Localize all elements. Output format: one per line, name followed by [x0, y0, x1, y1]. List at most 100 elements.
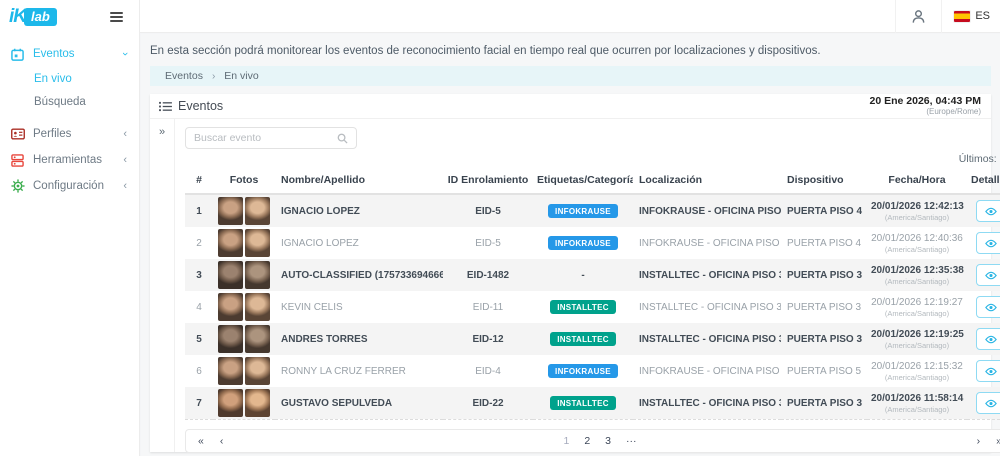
table-row[interactable]: 5 ANDRES TORRES EID-12 INSTALLTEC INSTAL…	[185, 323, 1000, 355]
row-number: 5	[185, 323, 213, 355]
sidebar-item-configuracion[interactable]: Configuración ‹	[0, 173, 139, 199]
profile-photo[interactable]	[245, 261, 270, 289]
logo-row: iKlab	[0, 0, 139, 33]
pagination-page-1[interactable]: 1	[563, 435, 569, 447]
details-button[interactable]	[976, 360, 1000, 382]
event-photo[interactable]	[218, 229, 243, 257]
col-tags: Etiquetas/Categorías	[533, 168, 633, 194]
latest-counter: Últimos: 50	[185, 151, 1000, 165]
row-location: INFOKRAUSE - OFICINA PISO 4	[633, 227, 781, 259]
double-chevron-right-icon: »	[159, 126, 165, 138]
sidebar-item-herramientas[interactable]: Herramientas ‹	[0, 147, 139, 173]
table-row[interactable]: 1 IGNACIO LOPEZ EID-5 INFOKRAUSE INFOKRA…	[185, 194, 1000, 227]
pagination-prev-button[interactable]: ‹	[220, 435, 224, 447]
user-menu-button[interactable]	[896, 0, 941, 33]
event-photo[interactable]	[218, 325, 243, 353]
event-photo[interactable]	[218, 293, 243, 321]
row-location: INSTALLTEC - OFICINA PISO 3	[633, 387, 781, 420]
main-content: En esta sección podrá monitorear los eve…	[141, 34, 1000, 456]
tag-badge: INFOKRAUSE	[548, 236, 618, 250]
table-row[interactable]: 7 GUSTAVO SEPULVEDA EID-22 INSTALLTEC IN…	[185, 387, 1000, 420]
breadcrumb-item-eventos[interactable]: Eventos	[165, 70, 203, 82]
row-name: ANDRES TORRES	[275, 323, 443, 355]
app-logo[interactable]: iKlab	[9, 6, 57, 28]
event-timezone: (America/Santiago)	[871, 373, 963, 382]
row-datetime: 20/01/2026 12:19:27 (America/Santiago)	[867, 291, 967, 323]
tools-icon	[10, 153, 25, 168]
row-name: KEVIN CELIS	[275, 291, 443, 323]
row-details	[967, 355, 1000, 387]
pagination-next-button[interactable]: ›	[977, 435, 981, 447]
row-details	[967, 194, 1000, 227]
id-card-icon	[10, 127, 25, 142]
row-location: INSTALLTEC - OFICINA PISO 3	[633, 259, 781, 291]
details-button[interactable]	[976, 296, 1000, 318]
current-datetime: 20 Ene 2026, 04:43 PM (Europe/Rome)	[870, 95, 982, 116]
col-number: #	[185, 168, 213, 194]
profile-photo[interactable]	[245, 229, 270, 257]
profile-photo[interactable]	[245, 325, 270, 353]
sidebar-subitem-en-vivo[interactable]: En vivo	[0, 67, 139, 90]
search-input[interactable]	[194, 132, 337, 144]
profile-photo[interactable]	[245, 197, 270, 225]
table-header-row: # Fotos Nombre/Apellido ID Enrolamiento …	[185, 168, 1000, 194]
event-photo[interactable]	[218, 357, 243, 385]
event-timezone: (America/Santiago)	[871, 213, 963, 222]
table-row[interactable]: 4 KEVIN CELIS EID-11 INSTALLTEC INSTALLT…	[185, 291, 1000, 323]
details-button[interactable]	[976, 200, 1000, 222]
col-location: Localización	[633, 168, 781, 194]
eye-icon	[985, 367, 997, 376]
sidebar-item-perfiles[interactable]: Perfiles ‹	[0, 121, 139, 147]
event-photo[interactable]	[218, 261, 243, 289]
sidebar-item-eventos[interactable]: Eventos ›	[0, 41, 139, 67]
details-button[interactable]	[976, 392, 1000, 414]
pagination-page-2[interactable]: 2	[584, 435, 590, 447]
profile-photo[interactable]	[245, 389, 270, 417]
profile-photo[interactable]	[245, 293, 270, 321]
latest-label: Últimos:	[959, 153, 997, 165]
row-number: 6	[185, 355, 213, 387]
event-timestamp: 20/01/2026 12:40:36	[871, 233, 963, 245]
spain-flag-icon	[954, 11, 970, 22]
event-photo[interactable]	[218, 389, 243, 417]
col-details: Detalles	[967, 168, 1000, 194]
table-row[interactable]: 3 AUTO-CLASSIFIED (17573369466616) EID-1…	[185, 259, 1000, 291]
menu-toggle-icon[interactable]	[107, 9, 126, 25]
user-icon	[911, 9, 926, 24]
panel-title: Eventos	[159, 99, 223, 113]
table-row[interactable]: 6 RONNY LA CRUZ FERRER EID-4 INFOKRAUSE …	[185, 355, 1000, 387]
row-photos	[213, 355, 275, 387]
details-button[interactable]	[976, 232, 1000, 254]
language-selector[interactable]: ES	[942, 0, 1000, 33]
search-icon[interactable]	[337, 133, 348, 144]
sidebar-item-label: Configuración	[33, 180, 104, 192]
event-timezone: (America/Santiago)	[871, 245, 963, 254]
row-photos	[213, 227, 275, 259]
row-enrollment-id: EID-22	[443, 387, 533, 420]
row-photos	[213, 194, 275, 227]
row-device: PUERTA PISO 4	[781, 194, 867, 227]
tag-badge: INSTALLTEC	[550, 332, 616, 346]
event-photo[interactable]	[218, 197, 243, 225]
table-row[interactable]: 2 IGNACIO LOPEZ EID-5 INFOKRAUSE INFOKRA…	[185, 227, 1000, 259]
row-datetime: 20/01/2026 12:15:32 (America/Santiago)	[867, 355, 967, 387]
row-enrollment-id: EID-4	[443, 355, 533, 387]
gear-icon	[10, 179, 25, 194]
pagination-page-3[interactable]: 3	[605, 435, 611, 447]
row-device: PUERTA PISO 3	[781, 291, 867, 323]
row-device: PUERTA PISO 3	[781, 387, 867, 420]
profile-photo[interactable]	[245, 357, 270, 385]
row-tags: -	[533, 259, 633, 291]
section-description: En esta sección podrá monitorear los eve…	[141, 34, 1000, 66]
breadcrumb-item-en-vivo: En vivo	[224, 70, 258, 82]
collapse-panel-button[interactable]: »	[150, 119, 175, 452]
details-button[interactable]	[976, 264, 1000, 286]
row-tags: INFOKRAUSE	[533, 194, 633, 227]
pagination-last-button[interactable]: »	[996, 435, 1000, 447]
event-timezone: (America/Santiago)	[871, 277, 963, 286]
eye-icon	[985, 207, 997, 216]
col-datetime: Fecha/Hora	[867, 168, 967, 194]
details-button[interactable]	[976, 328, 1000, 350]
sidebar-subitem-busqueda[interactable]: Búsqueda	[0, 90, 139, 113]
pagination-first-button[interactable]: «	[198, 435, 204, 447]
